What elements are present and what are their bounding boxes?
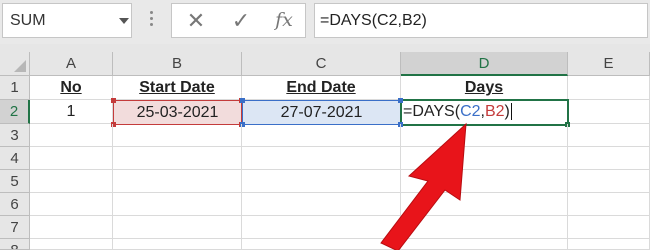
cell-c1[interactable]: End Date [242,76,401,100]
cell-b3[interactable] [113,124,242,147]
cell-d5[interactable] [401,170,568,193]
cell-d1[interactable]: Days [401,76,568,100]
cell-d3[interactable] [401,124,568,147]
cell-d2-editing[interactable]: =DAYS(C2,B2) [400,99,569,126]
cell-b4[interactable] [113,147,242,170]
range-handle-c2-tr[interactable] [398,98,403,103]
column-header-c[interactable]: C [242,52,401,76]
formula-buttons: ✕ ✓ fx [171,3,306,38]
formula-ref-c2: C2 [460,103,481,120]
cell-e2[interactable] [568,100,650,124]
column-header-b[interactable]: B [113,52,242,76]
cell-a1[interactable]: No [30,76,113,100]
insert-function-icon[interactable]: fx [264,4,304,37]
cell-d7[interactable] [401,216,568,239]
column-header-e[interactable]: E [568,52,650,76]
cell-c5[interactable] [242,170,401,193]
cell-e8[interactable] [568,239,650,250]
cell-a8[interactable] [30,239,113,250]
cell-e6[interactable] [568,193,650,216]
grip-handle-icon[interactable] [150,11,154,31]
column-header-d[interactable]: D [401,52,568,76]
cell-a6[interactable] [30,193,113,216]
column-header-a[interactable]: A [30,52,113,76]
formula-input[interactable]: =DAYS(C2,B2) [314,3,648,38]
row-header-5[interactable]: 5 [0,170,30,193]
row-header-8[interactable]: 8 [0,239,30,250]
text-cursor [510,103,512,121]
cell-e3[interactable] [568,124,650,147]
cell-c3[interactable] [242,124,401,147]
cell-e7[interactable] [568,216,650,239]
cell-b5[interactable] [113,170,242,193]
cell-e4[interactable] [568,147,650,170]
cell-a7[interactable] [30,216,113,239]
name-box[interactable]: SUM [2,3,132,38]
range-handle-b2-tl[interactable] [111,98,116,103]
range-handle-c2-tl[interactable] [240,98,245,103]
formula-ref-b2: B2 [484,103,505,120]
cell-b8[interactable] [113,239,242,250]
select-all-icon[interactable] [0,52,30,76]
cell-e5[interactable] [568,170,650,193]
cell-c7[interactable] [242,216,401,239]
row-header-2[interactable]: 2 [0,100,30,124]
row-header-7[interactable]: 7 [0,216,30,239]
cell-b7[interactable] [113,216,242,239]
formula-text: =DAYS(C2,B2) [320,12,427,29]
cell-c2[interactable]: 27-07-2021 [242,100,401,125]
cancel-icon[interactable]: ✕ [176,4,216,37]
row-header-3[interactable]: 3 [0,124,30,147]
cell-a4[interactable] [30,147,113,170]
cell-a3[interactable] [30,124,113,147]
row-header-1[interactable]: 1 [0,76,30,100]
cell-b1[interactable]: Start Date [113,76,242,100]
cell-a2[interactable]: 1 [30,100,113,124]
row-header-6[interactable]: 6 [0,193,30,216]
cell-d6[interactable] [401,193,568,216]
enter-icon[interactable]: ✓ [221,4,261,37]
cell-c8[interactable] [242,239,401,250]
cell-c4[interactable] [242,147,401,170]
dropdown-arrow-icon[interactable] [119,18,129,24]
formula-bar: SUM ✕ ✓ fx =DAYS(C2,B2) [0,0,650,44]
worksheet-grid: A B C D E 1 2 3 4 5 6 7 8 No Start Date … [0,52,650,250]
name-box-value: SUM [10,12,46,29]
cell-d8[interactable] [401,239,568,250]
cell-b6[interactable] [113,193,242,216]
formula-suffix: ) [504,103,510,120]
cell-b2[interactable]: 25-03-2021 [113,100,242,125]
formula-prefix: =DAYS( [403,103,461,120]
cell-d4[interactable] [401,147,568,170]
cell-c6[interactable] [242,193,401,216]
row-header-4[interactable]: 4 [0,147,30,170]
cell-e1[interactable] [568,76,650,100]
cell-a5[interactable] [30,170,113,193]
